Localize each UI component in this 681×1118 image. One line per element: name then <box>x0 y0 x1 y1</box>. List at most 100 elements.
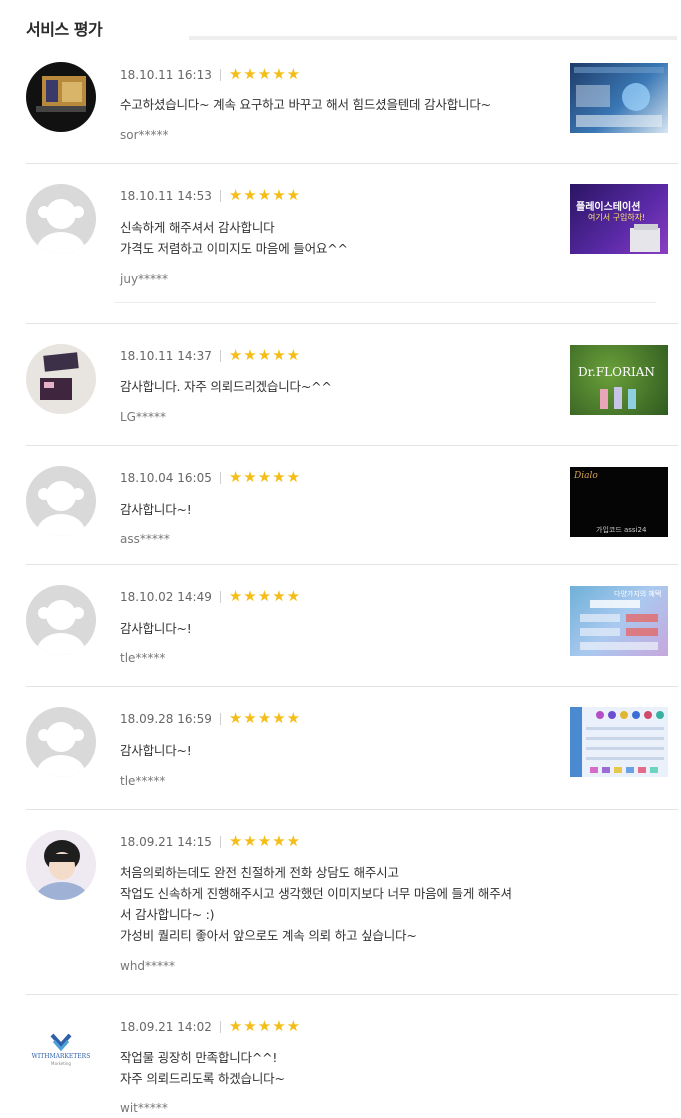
star-icon: ★ <box>286 346 301 364</box>
review-thumbnail[interactable]: Dialo 가입코드 assi24 <box>570 467 668 537</box>
default-avatar-icon <box>37 199 85 254</box>
meta-divider <box>219 590 221 603</box>
review-comment: 수고하셨습니다~ 계속 요구하고 바꾸고 해서 힘드셨을텐데 감사합니다~ <box>120 94 491 115</box>
review-comment: 감사합니다~! <box>120 740 192 761</box>
review-item: 18.09.21 14:15 ★ ★ ★ ★ ★ 처음의뢰하는데도 완전 친절하게 전화… <box>26 810 678 995</box>
star-icon: ★ <box>272 709 286 727</box>
reviewer-id: whd***** <box>120 959 176 973</box>
star-icon: ★ <box>228 587 243 605</box>
inner-divider <box>114 302 656 303</box>
avatar <box>26 344 96 414</box>
review-date: 18.10.04 16:05 <box>120 470 212 485</box>
review-date: 18.10.11 16:13 <box>120 67 212 82</box>
avatar <box>26 466 96 536</box>
star-icon: ★ <box>257 468 272 486</box>
comment-line: 가성비 퀄리티 좋아서 앞으로도 계속 의뢰 하고 싶습니다~ <box>120 928 417 943</box>
review-comment: 감사합니다~! <box>120 618 192 639</box>
star-icon: ★ <box>257 1017 272 1035</box>
review-date: 18.09.21 14:02 <box>120 1019 212 1034</box>
thumbnail-text: 가입코드 assi24 <box>596 526 647 534</box>
meta-divider <box>219 712 221 725</box>
review-item: 18.10.02 14:49 ★ ★ ★ ★ ★ 감사합니다~! tle***** 다양… <box>26 565 678 687</box>
comment-line: 가격도 저렴하고 이미지도 마음에 들어요^^ <box>120 241 348 256</box>
star-icon: ★ <box>272 587 286 605</box>
default-avatar-icon <box>37 722 85 777</box>
review-thumbnail[interactable]: Dr.FLORIAN <box>570 345 668 415</box>
comment-line: 작업도 신속하게 진행해주시고 생각했던 이미지보다 너무 마음에 들게 해주셔 <box>120 886 512 901</box>
star-icon: ★ <box>257 709 272 727</box>
star-icon: ★ <box>272 1017 286 1035</box>
meta-divider <box>219 1020 221 1033</box>
withmarketers-logo <box>50 1033 72 1052</box>
star-icon: ★ <box>272 346 286 364</box>
comment-line: 감사합니다~! <box>120 743 192 758</box>
review-comment: 신속하게 해주셔서 감사합니다 가격도 저렴하고 이미지도 마음에 들어요^^ <box>120 217 348 259</box>
reviewer-id: juy***** <box>120 272 169 286</box>
star-icon: ★ <box>228 1017 243 1035</box>
reviewer-id: tle***** <box>120 774 166 788</box>
reviewer-id: sor***** <box>120 128 169 142</box>
comment-line: 신속하게 해주셔서 감사합니다 <box>120 220 275 235</box>
meta-divider <box>219 349 221 362</box>
star-icon: ★ <box>286 587 301 605</box>
star-icon: ★ <box>272 468 286 486</box>
comment-line: 수고하셨습니다~ 계속 요구하고 바꾸고 해서 힘드셨을텐데 감사합니다~ <box>120 97 491 112</box>
avatar <box>26 184 96 254</box>
review-thumbnail[interactable] <box>570 63 668 133</box>
meta-divider <box>219 189 221 202</box>
rating-stars: ★ ★ ★ ★ ★ <box>229 711 300 726</box>
meta-divider <box>219 471 221 484</box>
reviewer-id: ass***** <box>120 532 170 546</box>
rating-stars: ★ ★ ★ ★ ★ <box>229 1019 300 1034</box>
star-icon: ★ <box>243 65 257 83</box>
review-thumbnail[interactable]: 다양가지의 혜택 <box>570 586 668 656</box>
star-icon: ★ <box>228 65 243 83</box>
review-comment: 감사합니다~! <box>120 499 192 520</box>
star-icon: ★ <box>286 709 301 727</box>
avatar: WITHMARKETERS Marketing <box>26 1015 96 1085</box>
review-date: 18.10.02 14:49 <box>120 589 212 604</box>
star-icon: ★ <box>286 1017 301 1035</box>
default-avatar-icon <box>37 600 85 655</box>
star-icon: ★ <box>257 65 272 83</box>
header-divider <box>189 36 677 40</box>
star-icon: ★ <box>243 709 257 727</box>
rating-stars: ★ ★ ★ ★ ★ <box>229 67 300 82</box>
review-thumbnail[interactable] <box>570 707 668 777</box>
review-item: 18.10.11 16:13 ★ ★ ★ ★ ★ 수고하셨습니다~ 계속 요구하고 바꾸… <box>26 47 678 164</box>
review-item: WITHMARKETERS Marketing 18.09.21 14:02 ★… <box>26 995 678 1118</box>
star-icon: ★ <box>286 468 301 486</box>
star-icon: ★ <box>228 346 243 364</box>
star-icon: ★ <box>257 832 272 850</box>
star-icon: ★ <box>243 468 257 486</box>
meta-divider <box>219 835 221 848</box>
rating-stars: ★ ★ ★ ★ ★ <box>229 834 300 849</box>
star-icon: ★ <box>243 186 257 204</box>
rating-stars: ★ ★ ★ ★ ★ <box>229 470 300 485</box>
comment-line: 감사합니다~! <box>120 502 192 517</box>
comment-line: 서 감사합니다~ :) <box>120 907 215 922</box>
logo-text: Marketing <box>51 1061 71 1066</box>
review-date: 18.10.11 14:37 <box>120 348 212 363</box>
review-date: 18.09.28 16:59 <box>120 711 212 726</box>
review-comment: 처음의뢰하는데도 완전 친절하게 전화 상담도 해주시고 작업도 신속하게 진행… <box>120 862 512 946</box>
comment-line: 자주 의뢰드리도록 하겠습니다~ <box>120 1071 285 1086</box>
review-comment: 감사합니다. 자주 의뢰드리겠습니다~^^ <box>120 376 332 397</box>
thumbnail-text: Dialo <box>574 471 598 481</box>
rating-stars: ★ ★ ★ ★ ★ <box>229 188 300 203</box>
section-header: 서비스 평가 <box>0 0 681 46</box>
star-icon: ★ <box>272 832 286 850</box>
comment-line: 감사합니다. 자주 의뢰드리겠습니다~^^ <box>120 379 332 394</box>
star-icon: ★ <box>228 709 243 727</box>
review-thumbnail[interactable]: 플레이스테이션 여기서 구입하자! <box>570 184 668 254</box>
star-icon: ★ <box>286 832 301 850</box>
review-item: 18.10.04 16:05 ★ ★ ★ ★ ★ 감사합니다~! ass***** Di… <box>26 446 678 565</box>
rating-stars: ★ ★ ★ ★ ★ <box>229 589 300 604</box>
star-icon: ★ <box>257 186 272 204</box>
star-icon: ★ <box>243 346 257 364</box>
meta-divider <box>219 68 221 81</box>
star-icon: ★ <box>228 468 243 486</box>
page-title: 서비스 평가 <box>26 20 103 39</box>
star-icon: ★ <box>243 587 257 605</box>
avatar <box>26 707 96 777</box>
